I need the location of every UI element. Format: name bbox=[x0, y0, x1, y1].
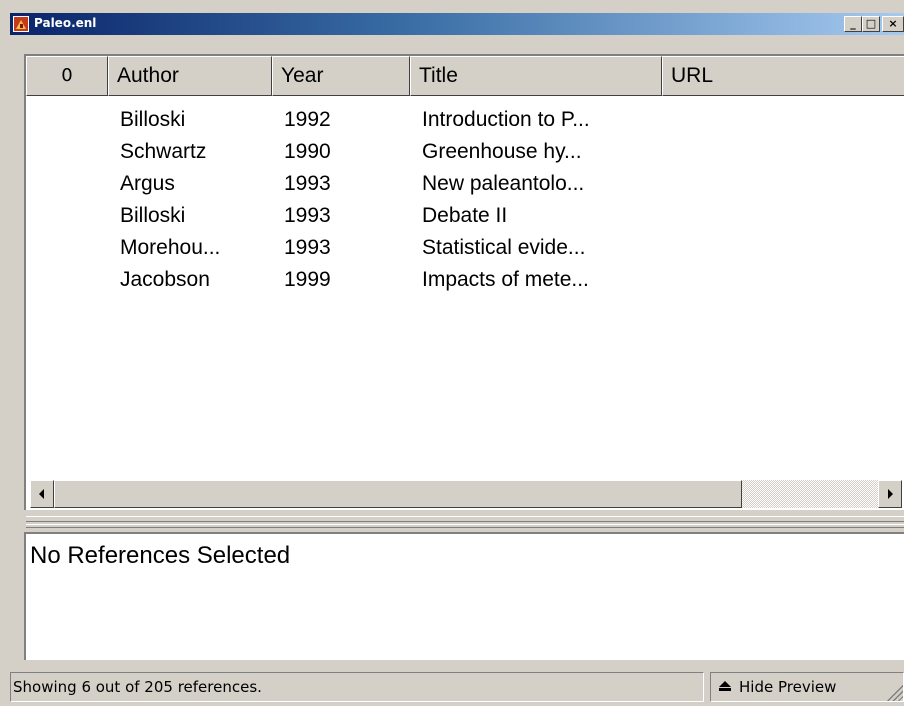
minimize-button[interactable]: _ bbox=[844, 16, 862, 32]
year-cell: 1993 bbox=[284, 204, 331, 227]
eject-icon bbox=[719, 681, 731, 693]
reference-list[interactable]: 0 Author Year Title URL Billoski 1992 In… bbox=[24, 54, 904, 510]
window-title: Paleo.enl bbox=[34, 16, 97, 30]
table-row[interactable]: Jacobson 1999 Impacts of mete... bbox=[26, 264, 904, 296]
year-cell: 1993 bbox=[284, 172, 331, 195]
title-cell: Introduction to P... bbox=[422, 108, 590, 131]
close-button[interactable]: × bbox=[882, 16, 904, 32]
title-cell: Debate II bbox=[422, 204, 508, 227]
table-row[interactable]: Schwartz 1990 Greenhouse hy... bbox=[26, 136, 904, 168]
author-cell: Billoski bbox=[120, 108, 186, 131]
author-cell: Jacobson bbox=[120, 268, 210, 291]
scroll-right-button[interactable] bbox=[878, 480, 902, 508]
column-header-title[interactable]: Title bbox=[410, 56, 662, 96]
title-cell: Statistical evide... bbox=[422, 236, 586, 259]
pane-splitter[interactable] bbox=[26, 516, 904, 528]
table-row[interactable]: Morehou... 1993 Statistical evide... bbox=[26, 232, 904, 264]
author-cell: Billoski bbox=[120, 204, 186, 227]
year-cell: 1993 bbox=[284, 236, 331, 259]
scroll-thumb[interactable] bbox=[54, 480, 742, 508]
horizontal-scrollbar[interactable] bbox=[30, 480, 902, 508]
column-header-year[interactable]: Year bbox=[272, 56, 410, 96]
column-header-attachment[interactable]: 0 bbox=[26, 56, 108, 96]
table-row[interactable]: Billoski 1992 Introduction to P... bbox=[26, 104, 904, 136]
title-cell: Impacts of mete... bbox=[422, 268, 589, 291]
title-cell: New paleantolo... bbox=[422, 172, 585, 195]
author-cell: Schwartz bbox=[120, 140, 207, 163]
resize-grip-icon[interactable] bbox=[885, 683, 903, 701]
table-row[interactable]: Billoski 1993 Debate II bbox=[26, 200, 904, 232]
hide-preview-button[interactable]: Hide Preview bbox=[710, 672, 904, 702]
column-header-author[interactable]: Author bbox=[108, 56, 272, 96]
year-cell: 1990 bbox=[284, 140, 331, 163]
scroll-left-button[interactable] bbox=[30, 480, 54, 508]
maximize-button[interactable]: □ bbox=[862, 16, 880, 32]
status-text: Showing 6 out of 205 references. bbox=[10, 672, 704, 702]
preview-pane[interactable]: No References Selected bbox=[24, 532, 904, 660]
table-row[interactable]: Argus 1993 New paleantolo... bbox=[26, 168, 904, 200]
hide-preview-label: Hide Preview bbox=[739, 678, 837, 696]
reference-rows: Billoski 1992 Introduction to P... Schwa… bbox=[26, 104, 904, 296]
endnote-library-window: Paleo.enl _ □ × 0 Author Year Title URL … bbox=[0, 0, 904, 706]
column-header-url[interactable]: URL bbox=[662, 56, 904, 96]
author-cell: Morehou... bbox=[120, 236, 221, 259]
title-bar[interactable]: Paleo.enl _ □ × bbox=[10, 13, 904, 35]
paperclip-icon: 0 bbox=[61, 65, 73, 86]
title-cell: Greenhouse hy... bbox=[422, 140, 582, 163]
preview-message: No References Selected bbox=[30, 542, 291, 569]
author-cell: Argus bbox=[120, 172, 175, 195]
year-cell: 1999 bbox=[284, 268, 331, 291]
column-header-row: 0 Author Year Title URL bbox=[26, 56, 904, 96]
year-cell: 1992 bbox=[284, 108, 331, 131]
status-bar: Showing 6 out of 205 references. Hide Pr… bbox=[10, 672, 904, 702]
endnote-app-icon[interactable] bbox=[13, 16, 29, 32]
